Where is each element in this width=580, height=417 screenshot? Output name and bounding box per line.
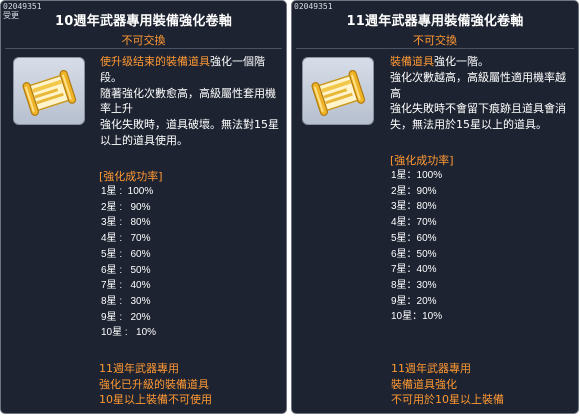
item-footer: 11週年武器專用 強化已升級的裝備道具 10星以上裝備不可使用 <box>99 361 212 408</box>
divider <box>5 48 282 49</box>
rate-row: 2星 : 90% <box>101 201 151 213</box>
rate-row: 5星：60% <box>391 232 437 244</box>
rate-row: 7星：40% <box>391 264 437 276</box>
scroll-icon <box>311 69 366 116</box>
item-description: 裝備道具強化一階。 強化次數越高，高級屬性適用機率越高 強化失敗時不會留下痕跡且… <box>390 54 576 133</box>
footer-line: 強化已升級的裝備道具 <box>99 377 209 391</box>
success-rate-list: 1星 : 100% 2星 : 90% 3星 : 80% 4星 : 70% 5星 … <box>101 184 156 341</box>
footer-line: 11週年武器專用 <box>99 362 179 375</box>
untradeable-label: 不可交換 <box>413 34 457 47</box>
item-title: 11週年武器專用裝備強化卷軸 <box>346 14 524 29</box>
rate-row: 8星 : 30% <box>101 295 151 307</box>
description-line: 強化一個階 <box>210 55 265 68</box>
description-line: 隨著強化次數愈高，高級屬性套用機率上升 <box>100 86 276 116</box>
item-description: 使升级结束的裝備道具強化一個階 段。 隨著強化次數愈高，高級屬性套用機率上升 強… <box>100 54 282 149</box>
footer-line: 不可用於10星以上裝備 <box>391 393 504 407</box>
rate-row: 4星：70% <box>391 217 437 229</box>
rate-row: 5星 : 60% <box>101 248 151 260</box>
rate-row: 10星 : 10% <box>101 327 157 339</box>
rate-row: 9星 : 20% <box>101 311 151 323</box>
description-highlight: 使升级结束的裝備道具 <box>100 55 210 68</box>
rate-row: 3星 : 80% <box>101 217 151 229</box>
rate-row: 10星：10% <box>391 311 443 323</box>
item-tooltip-10th-anniversary: 02049351 受更 10週年武器專用裝備強化卷軸 不可交換 使升级结束的裝備… <box>0 0 287 414</box>
scroll-icon <box>22 69 77 116</box>
divider <box>296 48 574 49</box>
rate-row: 9星：20% <box>391 295 437 307</box>
rate-row: 1星 : 100% <box>101 186 154 197</box>
item-tooltip-11th-anniversary: 02049351 11週年武器專用裝備強化卷軸 不可交換 裝備道具強化一階。 強… <box>291 0 579 414</box>
description-line: 強化一階。 <box>434 55 489 68</box>
item-icon-frame <box>13 57 85 125</box>
description-line: 強化次數越高，高級屬性適用機率越高 <box>390 70 566 100</box>
footer-line: 11週年武器專用 <box>391 362 471 375</box>
rate-row: 7星 : 40% <box>101 280 151 292</box>
item-title: 10週年武器專用裝備強化卷軸 <box>55 14 232 29</box>
footer-line: 裝備道具強化 <box>391 377 457 391</box>
footer-line: 10星以上裝備不可使用 <box>99 393 212 407</box>
description-highlight: 裝備道具 <box>390 55 434 68</box>
untradeable-label: 不可交換 <box>121 34 166 47</box>
success-rate-list: 1星：100% 2星：90% 3星：80% 4星：70% 5星：60% 6星：5… <box>391 168 442 325</box>
rate-row: 4星 : 70% <box>101 233 151 245</box>
rate-row: 1星：100% <box>391 170 443 181</box>
success-rate-header: [強化成功率] <box>390 154 454 167</box>
description-line: 強化失敗時不會留下痕跡且道具會消失，無法用於15星以上的道具。 <box>390 102 566 132</box>
rate-row: 8星：30% <box>391 279 437 291</box>
rate-row: 2星：90% <box>391 185 437 197</box>
rate-row: 3星：80% <box>391 201 437 213</box>
success-rate-header: [強化成功率] <box>99 170 163 183</box>
rate-row: 6星 : 50% <box>101 264 151 276</box>
item-footer: 11週年武器專用 裝備道具強化 不可用於10星以上裝備 <box>391 361 504 408</box>
description-line: 段。 <box>100 70 122 84</box>
item-icon-frame <box>302 57 374 125</box>
rate-row: 6星：50% <box>391 248 437 260</box>
description-line: 強化失敗時，道具破壞。無法對15星以上的道具使用。 <box>100 118 279 147</box>
